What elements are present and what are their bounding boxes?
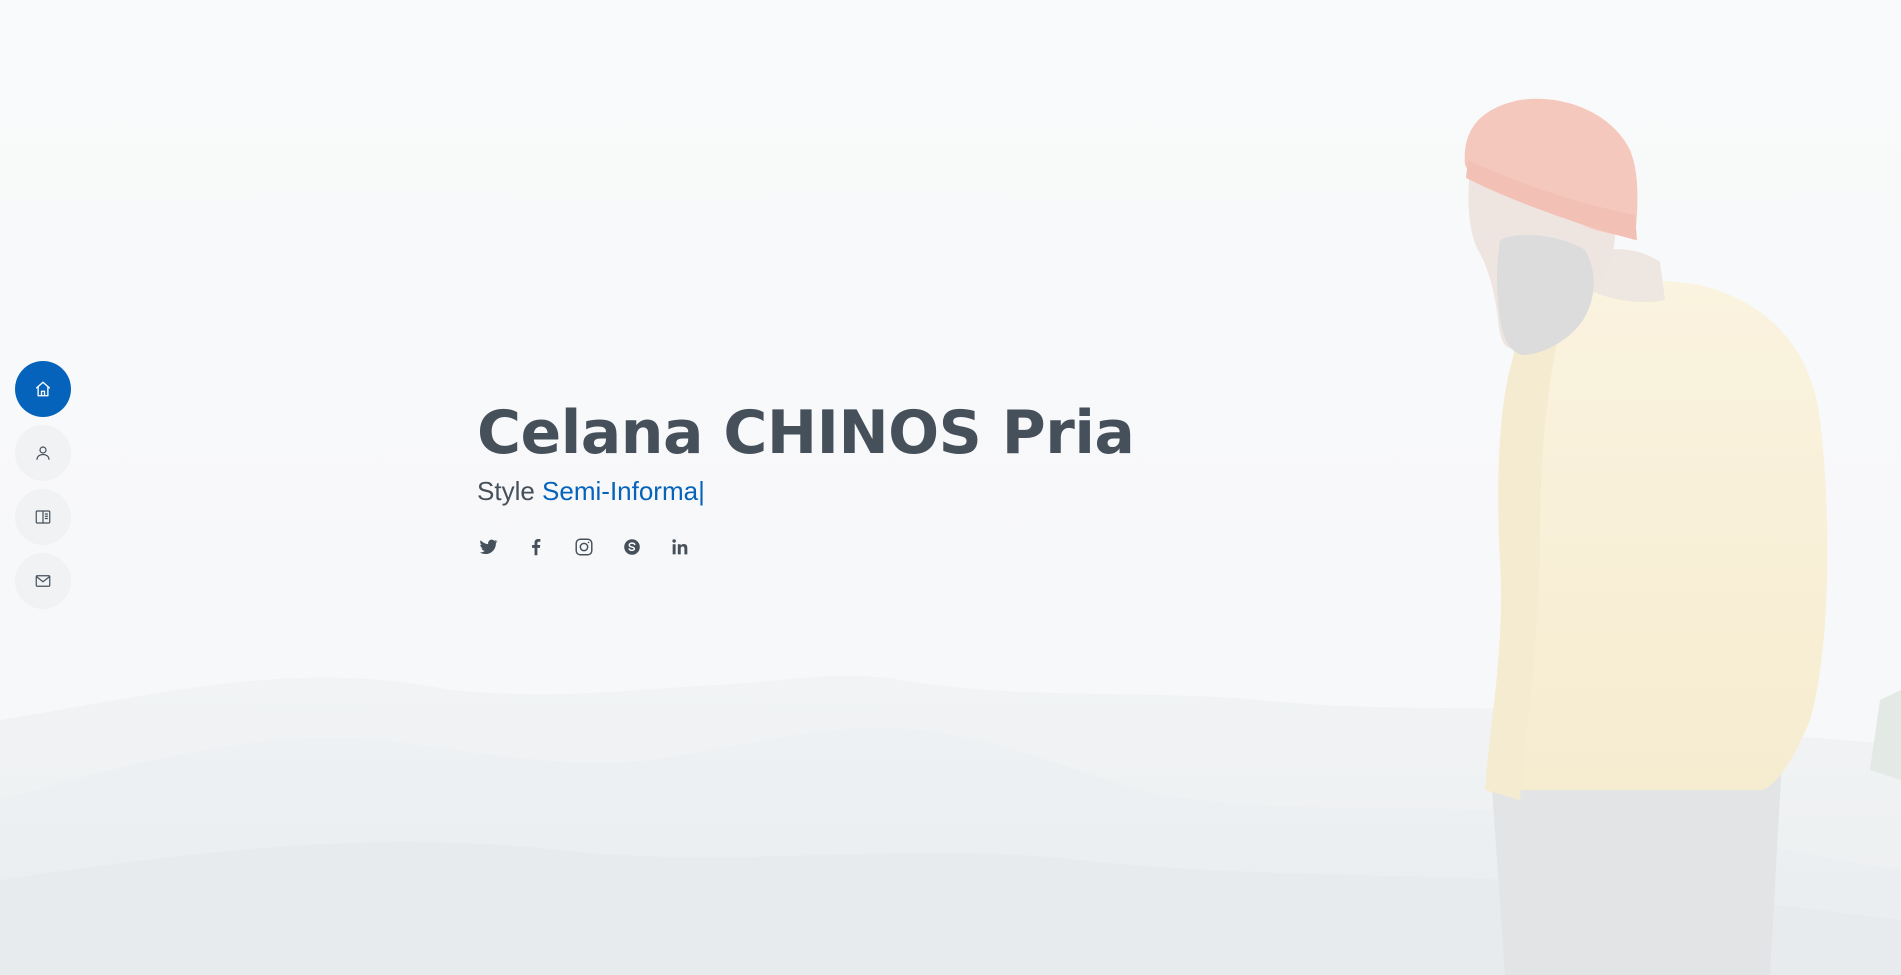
social-links: [477, 533, 1134, 561]
typing-cursor: |: [698, 476, 705, 506]
skype-link[interactable]: [621, 533, 669, 561]
nav-about-button[interactable]: [15, 425, 71, 481]
hero-section: Celana CHINOS Pria Style Semi-Informa|: [0, 0, 1901, 975]
nav-home-button[interactable]: [15, 361, 71, 417]
twitter-icon: [479, 539, 498, 555]
tagline-typed-text: Semi-Informa: [542, 476, 699, 506]
facebook-icon: [532, 539, 541, 556]
side-navigation: [15, 361, 71, 609]
book-icon: [35, 510, 51, 524]
person-icon: [36, 446, 50, 460]
instagram-link[interactable]: [573, 533, 621, 561]
nav-resume-button[interactable]: [15, 489, 71, 545]
nav-contact-button[interactable]: [15, 553, 71, 609]
twitter-link[interactable]: [477, 533, 525, 561]
hero-title: Celana CHINOS Pria: [477, 398, 1135, 468]
home-icon: [35, 381, 51, 397]
skype-icon: [624, 539, 640, 555]
hero-tagline: Style Semi-Informa|: [477, 471, 1134, 511]
tagline-prefix: Style: [477, 476, 535, 506]
instagram-icon: [575, 538, 593, 556]
envelope-icon: [35, 575, 51, 587]
linkedin-link[interactable]: [669, 533, 717, 561]
hero-content: Celana CHINOS Pria Style Semi-Informa|: [477, 395, 1135, 561]
linkedin-icon: [672, 539, 688, 555]
facebook-link[interactable]: [525, 533, 573, 561]
